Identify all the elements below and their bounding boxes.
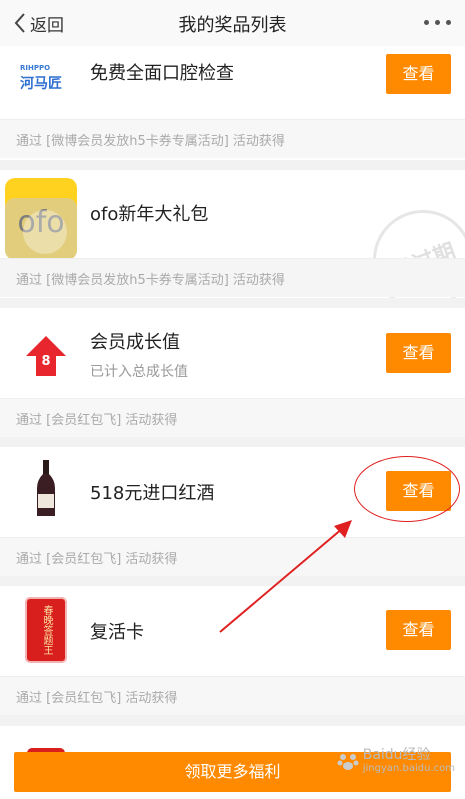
prize-source: 通过 [会员红包飞] 活动获得	[0, 676, 465, 715]
prize-source-text: 通过 [微博会员发放h5卡券专属活动] 活动获得	[16, 134, 285, 149]
watermark-url: jingyan.baidu.com	[362, 763, 455, 774]
more-menu-button[interactable]	[424, 20, 451, 25]
svg-text:RIHPPO: RIHPPO	[20, 64, 50, 72]
baidu-watermark: Baidu经验 jingyan.baidu.com	[337, 748, 455, 776]
prize-title: 复活卡	[90, 622, 144, 643]
top-nav-bar: 返回 我的奖品列表	[0, 0, 465, 46]
more-dot-icon	[435, 20, 440, 25]
annotation-ellipse	[354, 456, 460, 522]
prize-source-text: 通过 [微博会员发放h5卡券专属活动] 活动获得	[16, 273, 285, 288]
prize-subtitle: 已计入总成长值	[90, 364, 188, 380]
prize-source: 通过 [微博会员发放h5卡券专属活动] 活动获得	[0, 119, 465, 158]
paw-icon	[337, 754, 359, 770]
prize-source-text: 通过 [会员红包飞] 活动获得	[16, 552, 178, 567]
prize-card: 8 会员成长值 已计入总成长值 查看 通过 [会员红包飞] 活动获得	[0, 308, 465, 437]
view-button[interactable]: 查看	[386, 54, 451, 94]
prize-source: 通过 [会员红包飞] 活动获得	[0, 398, 465, 437]
prize-card: ofo ofo新年大礼包 已过期 通过 [微博会员发放h5卡券专属活动] 活动获…	[0, 170, 465, 298]
view-button[interactable]: 查看	[386, 333, 451, 373]
prize-title: ofo新年大礼包	[90, 204, 209, 225]
growth-badge: 8	[41, 354, 50, 369]
view-button[interactable]: 查看	[386, 610, 451, 650]
ofo-logo-icon: ofo	[5, 178, 77, 260]
svg-text:河马匠: 河马匠	[20, 75, 62, 92]
prize-card: 春晚答题王 复活卡 查看 通过 [会员红包飞] 活动获得	[0, 586, 465, 715]
growth-arrow-icon: 8	[18, 328, 74, 384]
prize-title: 518元进口红酒	[90, 483, 215, 504]
prize-source-text: 通过 [会员红包飞] 活动获得	[16, 413, 178, 428]
prize-source: 通过 [微博会员发放h5卡券专属活动] 活动获得	[0, 258, 465, 297]
prize-title: 免费全面口腔检查	[90, 63, 234, 84]
prize-source-text: 通过 [会员红包飞] 活动获得	[16, 691, 178, 706]
revive-card-icon: 春晚答题王	[18, 597, 74, 663]
more-dot-icon	[424, 20, 429, 25]
revive-card-text: 春晚答题王	[41, 605, 52, 655]
prize-title: 会员成长值	[90, 332, 180, 353]
more-dot-icon	[446, 20, 451, 25]
page-title: 我的奖品列表	[178, 15, 287, 36]
prize-source: 通过 [会员红包飞] 活动获得	[0, 537, 465, 576]
wine-bottle-icon	[18, 460, 74, 517]
brand-logo-icon: RIHPPO 河马匠	[18, 48, 74, 104]
watermark-brand: Baidu经验	[362, 747, 431, 763]
